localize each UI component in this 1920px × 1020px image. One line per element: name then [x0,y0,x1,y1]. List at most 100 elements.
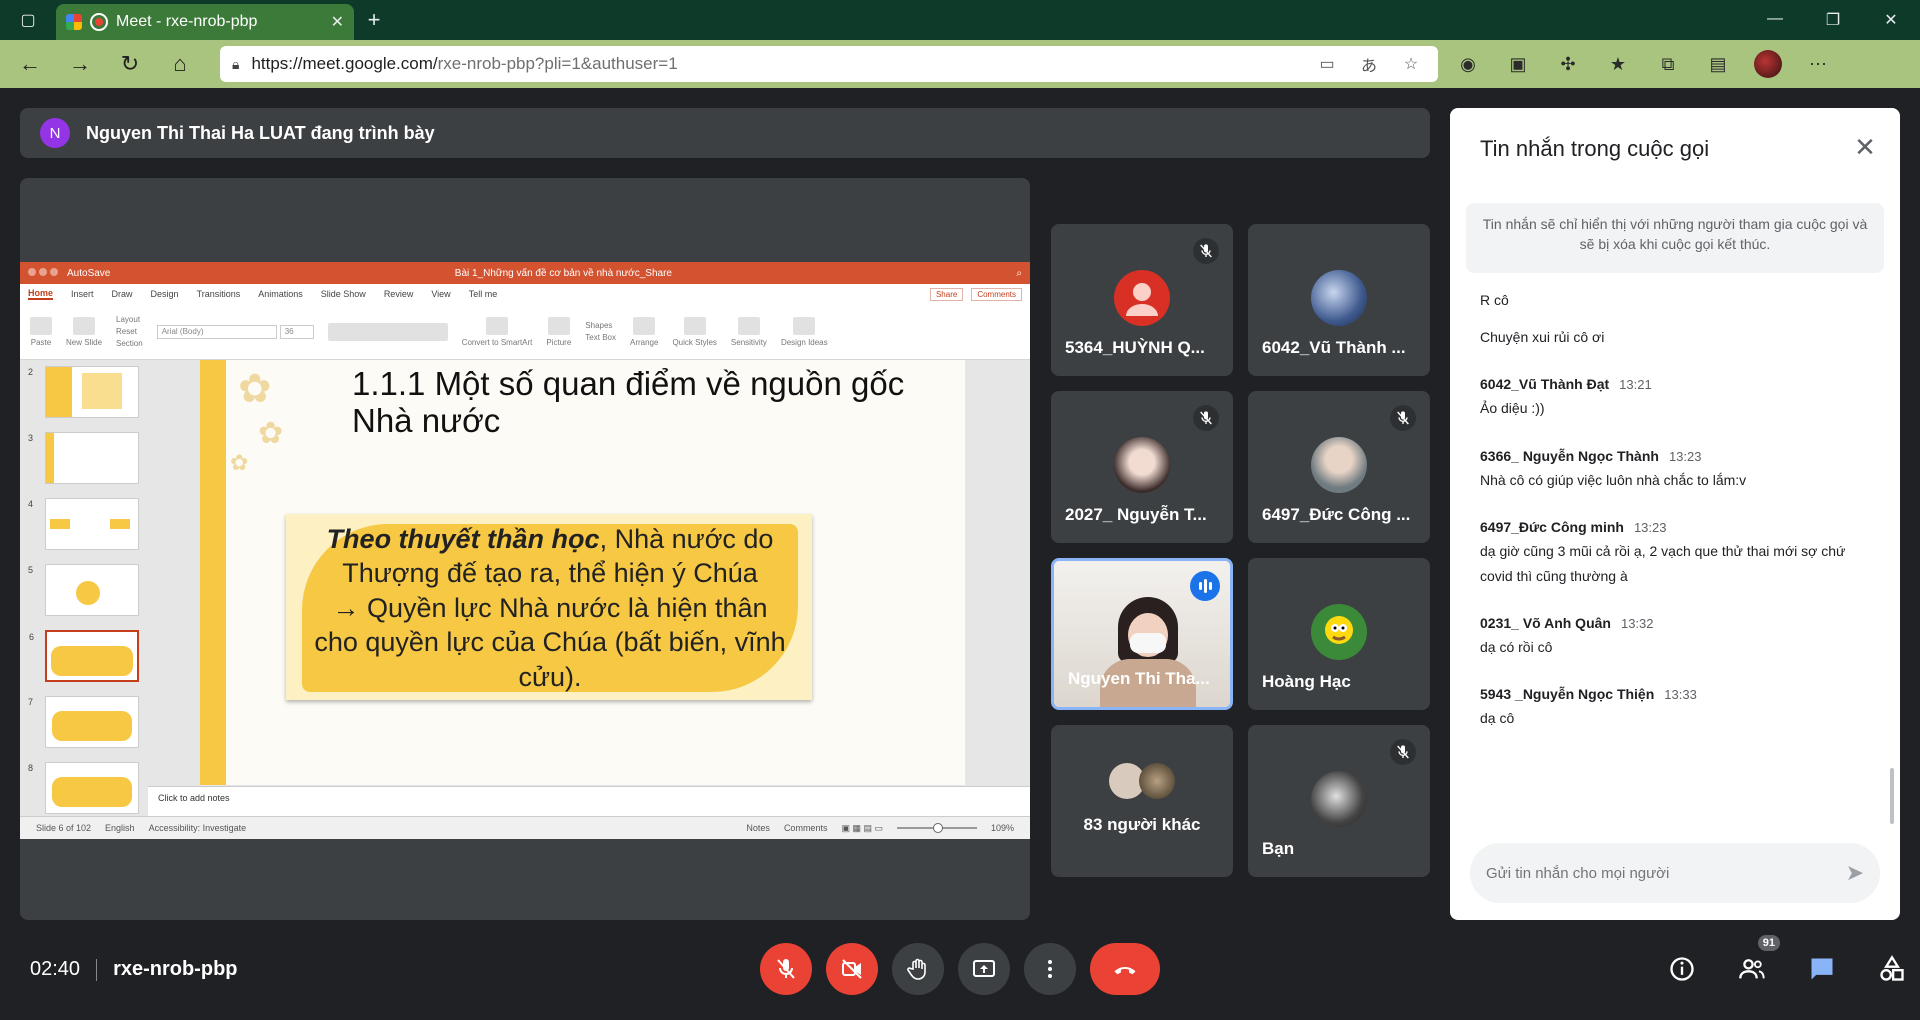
mic-toggle-button[interactable] [760,943,812,995]
chat-message-text: R cô [1480,292,1509,308]
participant-name: Bạn [1262,839,1295,858]
meeting-details-button[interactable] [1660,947,1704,991]
chat-message-text: Chuyện xui rủi cô ơi [1480,329,1605,346]
ppt-menu-transitions: Transitions [196,289,241,299]
more-menu-icon[interactable]: ⋯ [1798,46,1838,82]
translate-icon[interactable]: あ [1354,52,1384,76]
reload-icon[interactable]: ↻ [110,44,150,84]
hang-up-icon [1114,966,1136,975]
chat-message-group: R cô Chuyện xui rủi cô ơi [1480,288,1880,350]
leave-call-button[interactable] [1090,943,1160,995]
minimize-icon[interactable]: — [1746,10,1804,30]
slide-thumbnail: 3 [28,432,139,484]
chat-sender: 6497_Đức Công minh [1480,518,1624,535]
ppt-doc-title: Bài 1_Những vấn đề cơ bản về nhà nước_Sh… [454,267,672,279]
participant-avatar [1311,437,1367,493]
side-controls: 91 [1660,935,1914,991]
extensions-puzzle-icon[interactable]: ✣ [1548,46,1588,82]
window-close-icon[interactable]: ✕ [1862,10,1920,30]
self-tile[interactable]: Bạn [1248,725,1430,877]
slide-thumbnail-current: 6 [29,630,139,682]
others-tile[interactable]: 83 người khác [1051,725,1233,877]
ppt-menu-tellme: Tell me [468,289,498,299]
present-screen-icon [973,960,995,977]
chat-message-group: 6497_Đức Công minh 13:23 dạ giờ cũng 3 mũ… [1480,519,1880,589]
chat-message-text: dạ có rồi cô [1480,639,1553,656]
participant-tile[interactable]: Hoàng Hạc [1248,558,1430,710]
present-button[interactable] [958,943,1010,995]
tab-title: Meet - rxe-nrob-pbp [116,13,258,30]
tab-actions-icon[interactable]: ▢ [0,0,56,40]
meeting-time: 02:40 [30,958,81,980]
ppt-menu: Home Insert Draw Design Transitions Anim… [20,284,1030,304]
mic-off-icon [1390,405,1416,431]
chat-message-group: 6042_Vũ Thành Đạt 13:21 Ảo diệu :)) [1480,376,1880,421]
new-slide-group: New Slide [66,316,102,347]
sensitivity-group: Sensitivity [731,316,767,347]
favorite-add-icon[interactable]: ☆ [1396,54,1426,74]
chat-sender: 6366_ Nguyễn Ngọc Thành [1480,447,1659,464]
performance-icon[interactable]: ▤ [1698,46,1738,82]
forward-icon[interactable]: → [60,44,100,84]
lock-icon[interactable]: 🔒︎ [232,56,239,73]
chat-time: 13:23 [1633,519,1667,535]
maximize-icon[interactable]: ❐ [1804,10,1862,30]
participant-avatar [1114,437,1170,493]
participant-tile[interactable]: 6042_Vũ Thành ... [1248,224,1430,376]
chat-input[interactable] [1486,864,1846,882]
participant-tile[interactable]: 5364_HUỲNH Q... [1051,224,1233,376]
flower-decoration: ✿ [230,450,249,475]
people-icon [1739,959,1765,979]
chat-message-group: 0231_ Võ Anh Quân 13:32 dạ có rồi cô [1480,615,1880,660]
new-tab-icon[interactable]: + [354,7,394,33]
slide-text-blob: Theo thuyết thần học, Nhà nước do Thượng… [302,524,798,692]
participant-tile[interactable]: 2027_ Nguyễn T... [1051,391,1233,543]
chat-button[interactable] [1800,947,1844,991]
mic-off-icon [1390,739,1416,765]
presenter-avatar: N [40,118,70,148]
profile-avatar[interactable] [1748,46,1788,82]
ppt-window-dots [28,267,61,279]
raise-hand-button[interactable] [892,943,944,995]
camera-toggle-button[interactable] [826,943,878,995]
activities-button[interactable] [1870,947,1914,991]
chat-close-icon[interactable]: ✕ [1850,132,1880,162]
ppt-status-bar: Slide 6 of 102 English Accessibility: In… [20,816,1030,839]
extension-icon[interactable]: ▣ [1498,46,1538,82]
ppt-comments-button: Comments [971,287,1022,301]
back-icon[interactable]: ← [10,44,50,84]
url-text[interactable]: https://meet.google.com/rxe-nrob-pbp?pli… [251,54,1300,74]
layout-group: Layout Reset Section [116,315,143,348]
extension-globe-icon[interactable]: ◉ [1448,46,1488,82]
collections-icon[interactable]: ⧉ [1648,46,1688,82]
others-count-label: 83 người khác [1083,815,1201,834]
slide-body-line2: → Quyền lực Nhà nước là hiện thân cho qu… [314,592,786,692]
presenter-text: Nguyen Thi Thai Ha LUAT đang trình bày [86,122,435,143]
favorites-icon[interactable]: ★ [1598,46,1638,82]
camera-icon[interactable]: ▭ [1312,54,1342,74]
slide-count: Slide 6 of 102 [36,823,92,833]
chat-icon [1811,958,1833,980]
home-icon[interactable]: ⌂ [160,44,200,84]
participant-tile[interactable]: 6497_Đức Công ... [1248,391,1430,543]
chat-message-text: dạ giờ cũng 3 mũi cả rồi ạ, 2 vạch que t… [1480,542,1846,584]
participant-name: 5364_HUỲNH Q... [1065,338,1205,357]
recording-icon [90,13,108,31]
people-button[interactable]: 91 [1730,935,1780,991]
slide-thumbnail: 8 [28,762,139,814]
more-options-button[interactable] [1024,943,1076,995]
ppt-menu-view: View [431,289,451,299]
chat-compose[interactable]: ➤ [1470,843,1880,903]
mic-off-icon [1193,238,1219,264]
participant-avatar [1114,270,1170,326]
send-icon[interactable]: ➤ [1846,860,1864,886]
font-group: Arial (Body) 36 [156,324,314,339]
participant-name: Nguyen Thi Tha... [1068,669,1210,688]
browser-tab[interactable]: Meet - rxe-nrob-pbp ✕ [56,4,354,40]
participant-tile-speaking[interactable]: Nguyen Thi Tha... [1051,558,1233,710]
hand-icon [907,958,926,980]
tab-close-icon[interactable]: ✕ [331,12,344,32]
chat-time: 13:32 [1620,616,1654,632]
address-bar[interactable]: 🔒︎ https://meet.google.com/rxe-nrob-pbp?… [220,46,1438,82]
chat-scrollbar[interactable] [1890,768,1894,824]
